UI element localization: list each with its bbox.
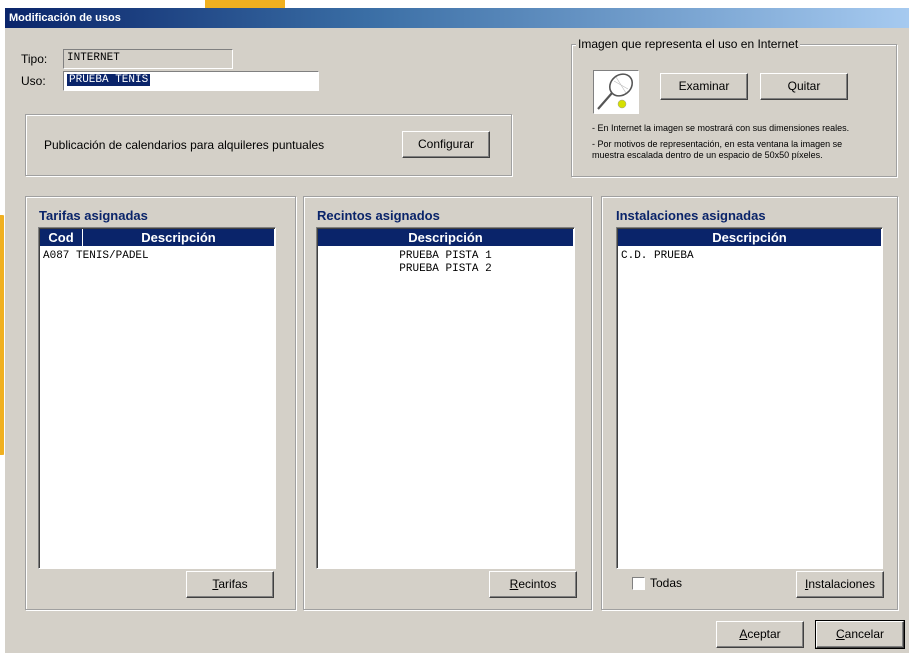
- button-label: ecintos: [518, 577, 557, 591]
- configurar-button[interactable]: Configurar: [402, 131, 490, 158]
- window-title: Modificación de usos: [5, 8, 909, 28]
- list-item[interactable]: A087 TENIS/PADEL: [43, 250, 149, 263]
- tarifas-list[interactable]: Cod Descripción A087 TENIS/PADEL: [38, 227, 276, 569]
- aceptar-button[interactable]: Aceptar: [716, 621, 804, 648]
- tipo-label: Tipo:: [21, 52, 48, 66]
- hotkey: R: [509, 577, 519, 591]
- tarifas-list-header: Cod Descripción: [40, 229, 274, 246]
- col-cod: Cod: [48, 230, 74, 245]
- instalaciones-list-header: Descripción: [618, 229, 881, 246]
- uso-input[interactable]: PRUEBA TENIS: [63, 71, 319, 91]
- image-preview: [593, 70, 639, 114]
- col-descripcion: Descripción: [141, 230, 216, 245]
- tennis-racket-icon: [597, 73, 634, 110]
- recintos-button[interactable]: Recintos: [489, 571, 577, 598]
- dialog-window: Modificación de usos Tipo: INTERNET Uso:…: [4, 8, 909, 653]
- button-label: nstalaciones: [808, 577, 876, 591]
- tipo-field: INTERNET: [63, 49, 233, 69]
- row-cod: A087: [43, 250, 70, 262]
- tarifas-button[interactable]: Tarifas: [186, 571, 274, 598]
- image-group-legend: Imagen que representa el uso en Internet: [576, 37, 801, 51]
- examinar-button[interactable]: Examinar: [660, 73, 748, 100]
- recintos-list[interactable]: Descripción PRUEBA PISTA 1 PRUEBA PISTA …: [316, 227, 575, 569]
- instalaciones-list[interactable]: Descripción C.D. PRUEBA: [616, 227, 883, 569]
- list-item[interactable]: PRUEBA PISTA 1: [317, 250, 574, 263]
- cancelar-button[interactable]: Cancelar: [815, 620, 905, 649]
- uso-value: PRUEBA TENIS: [67, 74, 151, 86]
- note-scaled-1: - Por motivos de representación, en esta…: [592, 139, 843, 149]
- todas-label: Todas: [650, 576, 683, 590]
- instalaciones-title: Instalaciones asignadas: [616, 208, 766, 223]
- button-label: ceptar: [747, 627, 781, 641]
- list-item[interactable]: PRUEBA PISTA 2: [317, 263, 574, 276]
- row-desc: TENIS/PADEL: [76, 250, 149, 262]
- note-scaled-2: muestra escalada dentro de un espacio de…: [592, 150, 823, 160]
- button-label: arifas: [218, 577, 248, 591]
- col-descripcion: Descripción: [408, 230, 483, 245]
- hotkey: C: [835, 627, 845, 641]
- col-descripcion: Descripción: [712, 230, 787, 245]
- calendar-text: Publicación de calendarios para alquiler…: [44, 138, 325, 152]
- calendar-group: Publicación de calendarios para alquiler…: [25, 114, 512, 176]
- recintos-list-header: Descripción: [318, 229, 573, 246]
- button-label: ancelar: [844, 627, 885, 641]
- quitar-button[interactable]: Quitar: [760, 73, 848, 100]
- tarifas-title: Tarifas asignadas: [39, 208, 148, 223]
- list-item[interactable]: C.D. PRUEBA: [621, 250, 694, 263]
- note-real-size: - En Internet la imagen se mostrará con …: [592, 123, 850, 133]
- todas-checkbox[interactable]: [632, 577, 645, 590]
- uso-label: Uso:: [21, 74, 46, 88]
- instalaciones-button[interactable]: Instalaciones: [796, 571, 884, 598]
- recintos-title: Recintos asignados: [317, 208, 440, 223]
